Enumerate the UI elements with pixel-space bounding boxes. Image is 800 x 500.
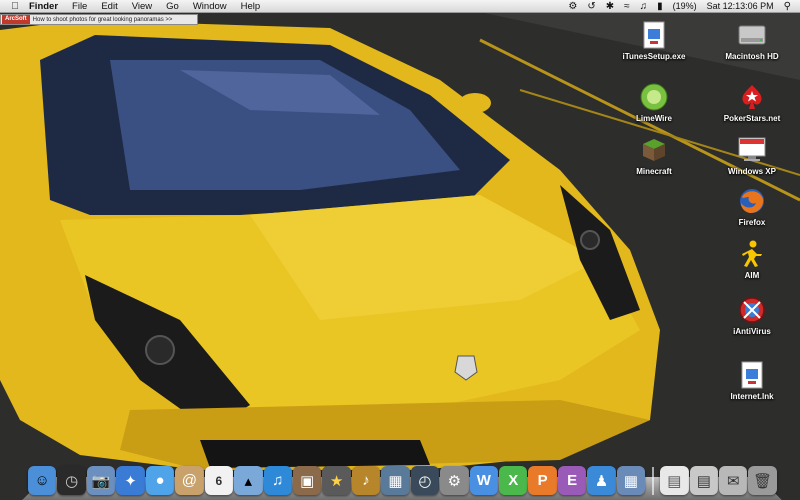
dock-entourage-icon[interactable]: E (557, 466, 587, 495)
menu-view[interactable]: View (125, 0, 159, 13)
menu-go[interactable]: Go (159, 0, 186, 13)
arcsoft-logo: ArcSoft (2, 15, 30, 24)
dock-ichat-icon[interactable]: ● (145, 466, 175, 495)
desktop-icon-label: Windows XP (728, 167, 776, 176)
dock-powerpoint-icon[interactable]: P (528, 466, 557, 495)
dock-iphoto-icon[interactable]: ▴ (234, 466, 263, 495)
desktop-icon-itunessetup[interactable]: iTunesSetup.exe (614, 20, 694, 61)
desktop-icon-internet-lnk[interactable]: Internet.lnk (712, 360, 792, 401)
minecraft-icon (639, 135, 669, 165)
desktop-icon-label: iTunesSetup.exe (622, 52, 686, 61)
dock-garageband-icon[interactable]: ♪ (351, 466, 381, 495)
bluetooth-icon[interactable]: ✱ (601, 0, 619, 13)
firefox-icon (737, 186, 767, 216)
dock-image-capture-icon[interactable]: ▣ (292, 466, 322, 495)
dock-downloads-stack-icon[interactable]: ▤ (689, 466, 719, 495)
dock-trash-icon[interactable]: 🗑 (748, 466, 777, 495)
dock-address-book-icon[interactable]: @ (175, 466, 204, 495)
dock-messenger-icon[interactable]: ♟ (587, 466, 616, 495)
dock-system-preferences-icon[interactable]: ⚙ (440, 466, 469, 495)
menu-clock[interactable]: Sat 12:13:06 PM (702, 0, 779, 13)
pokerstars-icon (737, 82, 767, 112)
dock-applications-stack-icon[interactable]: ▦ (616, 466, 646, 495)
desktop-icon-firefox[interactable]: Firefox (712, 186, 792, 227)
menu-bar:  Finder File Edit View Go Window Help ⚙… (0, 0, 800, 13)
dock: ☺ ◷ 📷 ✦ ● @ 6 ▴ ♫ ▣ ★ ♪ ▦ ◴ ⚙ W X P E ♟ … (28, 459, 778, 495)
iantivirus-icon (737, 295, 767, 325)
battery-percent: (19%) (672, 0, 697, 11)
dock-spaces-icon[interactable]: ▦ (381, 466, 410, 495)
car-wallpaper-image (0, 0, 800, 500)
menu-file[interactable]: File (65, 0, 94, 13)
hard-drive-icon (737, 20, 767, 50)
menu-extras: ⚙ ↺ ✱ ≈ ♫ ▮ (19%) Sat 12:13:06 PM ⚲ (563, 0, 800, 13)
ical-day-label: 6 (215, 473, 223, 488)
dock-mail-stack-icon[interactable]: ✉ (719, 466, 748, 495)
sync-icon[interactable]: ⚙ (563, 0, 582, 13)
menu-finder[interactable]: Finder (22, 0, 65, 13)
desktop-icon-pokerstars[interactable]: PokerStars.net (712, 82, 792, 123)
desktop-icon-iantivirus[interactable]: iAntiVirus (712, 295, 792, 336)
dock-itunes-icon[interactable]: ♫ (263, 466, 292, 495)
dock-separator (652, 467, 655, 495)
aim-icon (737, 239, 767, 269)
dock-time-machine-icon[interactable]: ◴ (410, 466, 440, 495)
desktop-icon-label: Internet.lnk (730, 392, 774, 401)
limewire-icon (639, 82, 669, 112)
dock-safari-icon[interactable]: ✦ (116, 466, 145, 495)
installer-file-icon (639, 20, 669, 50)
dock-excel-icon[interactable]: X (499, 466, 528, 495)
dock-documents-stack-icon[interactable]: ▤ (660, 466, 689, 495)
desktop-icon-aim[interactable]: AIM (712, 239, 792, 280)
dock-imovie-icon[interactable]: ★ (322, 466, 351, 495)
parallels-windows-icon (737, 135, 767, 165)
wifi-icon[interactable]: ≈ (619, 0, 635, 13)
desktop-icon-label: Firefox (738, 218, 766, 227)
desktop-icon-label: iAntiVirus (733, 327, 771, 336)
desktop-icon-label: AIM (744, 271, 760, 280)
desktop-icon-label: PokerStars.net (723, 114, 781, 123)
menu-edit[interactable]: Edit (94, 0, 124, 13)
desktop-icon-label: Macintosh HD (725, 52, 779, 61)
desktop-icon-minecraft[interactable]: Minecraft (614, 135, 694, 176)
desktop-icon-macintosh-hd[interactable]: Macintosh HD (712, 20, 792, 61)
shortcut-file-icon (737, 360, 767, 390)
arcsoft-tip-text[interactable]: How to shoot photos for great looking pa… (33, 17, 173, 23)
spotlight-search-icon[interactable]: ⚲ (779, 0, 796, 13)
dock-preview-icon[interactable]: 📷 (86, 466, 116, 495)
dock-finder-icon[interactable]: ☺ (28, 466, 57, 495)
desktop-icon-windows-xp[interactable]: Windows XP (712, 135, 792, 176)
desktop-wallpaper (0, 0, 800, 500)
battery-icon[interactable]: ▮ (652, 0, 668, 13)
dock-ical-icon[interactable]: 6 (204, 466, 234, 495)
dock-dashboard-icon[interactable]: ◷ (57, 466, 86, 495)
time-machine-icon[interactable]: ↺ (582, 0, 600, 13)
desktop-icon-label: Minecraft (636, 167, 672, 176)
desktop-icon-label: LimeWire (636, 114, 672, 123)
menu-window[interactable]: Window (186, 0, 234, 13)
dock-word-icon[interactable]: W (469, 466, 498, 495)
menu-help[interactable]: Help (234, 0, 268, 13)
apple-icon[interactable]:  (8, 1, 22, 12)
desktop-icon-limewire[interactable]: LimeWire (614, 82, 694, 123)
volume-icon[interactable]: ♫ (635, 0, 653, 13)
arcsoft-tip-bar[interactable]: ArcSoft How to shoot photos for great lo… (0, 14, 198, 25)
